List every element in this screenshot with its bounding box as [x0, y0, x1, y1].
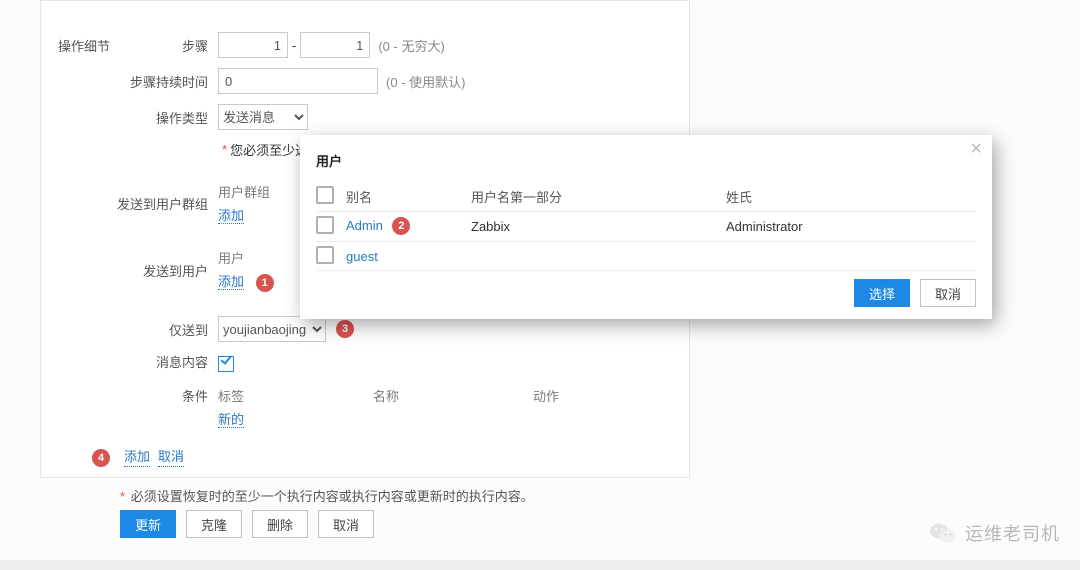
label-msg-content: 消息内容: [68, 352, 218, 371]
cond-col-action: 动作: [533, 386, 559, 405]
annotation-badge-1: 1: [256, 274, 274, 292]
label-steps: 步骤: [68, 36, 218, 55]
cond-new-link[interactable]: 新的: [218, 412, 244, 428]
wechat-icon: [929, 521, 957, 545]
msg-content-checkbox[interactable]: [218, 356, 234, 372]
update-button[interactable]: 更新: [120, 510, 176, 538]
step-to-input[interactable]: [300, 32, 370, 58]
label-conditions: 条件: [68, 386, 218, 405]
cond-col-tag: 标签: [218, 386, 373, 405]
user-surname: Administrator: [726, 219, 976, 234]
user-alias-link[interactable]: Admin 2: [346, 218, 471, 236]
user-col-header: 用户: [218, 248, 274, 267]
table-row: Admin 2 Zabbix Administrator: [316, 211, 976, 241]
clone-button[interactable]: 克隆: [186, 510, 242, 538]
annotation-badge-2: 2: [392, 217, 410, 235]
step-duration-hint: (0 - 使用默认): [386, 72, 465, 91]
table-row: guest: [316, 241, 976, 271]
cancel-button[interactable]: 取消: [318, 510, 374, 538]
add-user-link[interactable]: 添加: [218, 274, 244, 290]
user-firstname: Zabbix: [471, 219, 726, 234]
send-only-to-select[interactable]: youjianbaojing: [218, 316, 326, 342]
row-checkbox[interactable]: [316, 246, 334, 264]
op-type-select[interactable]: 发送消息: [218, 104, 308, 130]
step-from-input[interactable]: [218, 32, 288, 58]
label-send-to-user-group: 发送到用户群组: [68, 194, 218, 213]
modal-user-table: 别名 用户名第一部分 姓氏 Admin 2 Zabbix Administrat…: [316, 181, 976, 271]
col-surname: 姓氏: [726, 187, 976, 206]
table-header-row: 别名 用户名第一部分 姓氏: [316, 181, 976, 211]
label-op-type: 操作类型: [68, 108, 218, 127]
row-checkbox[interactable]: [316, 216, 334, 234]
user-alias-link[interactable]: guest: [346, 249, 471, 264]
col-firstname: 用户名第一部分: [471, 187, 726, 206]
annotation-badge-3: 3: [336, 320, 354, 338]
add-user-group-link[interactable]: 添加: [218, 208, 244, 224]
required-star-icon: *: [222, 142, 227, 157]
required-note: 您必须至少选: [230, 140, 308, 159]
page-footer-bar: [0, 560, 1080, 570]
delete-button[interactable]: 删除: [252, 510, 308, 538]
step-range-dash: -: [292, 38, 296, 53]
required-star-icon: *: [120, 489, 125, 504]
label-send-to-user: 发送到用户: [68, 261, 218, 280]
close-icon[interactable]: ×: [970, 139, 982, 159]
modal-cancel-button[interactable]: 取消: [920, 279, 976, 307]
panel-cancel-link[interactable]: 取消: [158, 448, 184, 467]
panel-add-link[interactable]: 添加: [124, 448, 150, 467]
label-send-only-to: 仅送到: [68, 320, 218, 339]
select-all-checkbox[interactable]: [316, 186, 334, 204]
step-hint: (0 - 无穷大): [378, 36, 444, 55]
cond-col-name: 名称: [373, 386, 533, 405]
footer-required-note: * 必须设置恢复时的至少一个执行内容或执行内容或更新时的执行内容。: [120, 486, 534, 505]
brand-watermark: 运维老司机: [929, 520, 1060, 546]
col-alias: 别名: [346, 187, 471, 206]
user-modal: × 用户 别名 用户名第一部分 姓氏 Admin 2 Zabbix Admini…: [300, 135, 992, 319]
modal-title: 用户: [316, 151, 342, 170]
modal-select-button[interactable]: 选择: [854, 279, 910, 307]
step-duration-input[interactable]: [218, 68, 378, 94]
label-step-duration: 步骤持续时间: [68, 72, 218, 91]
annotation-badge-4: 4: [92, 449, 110, 467]
user-group-col-header: 用户群组: [218, 182, 270, 201]
